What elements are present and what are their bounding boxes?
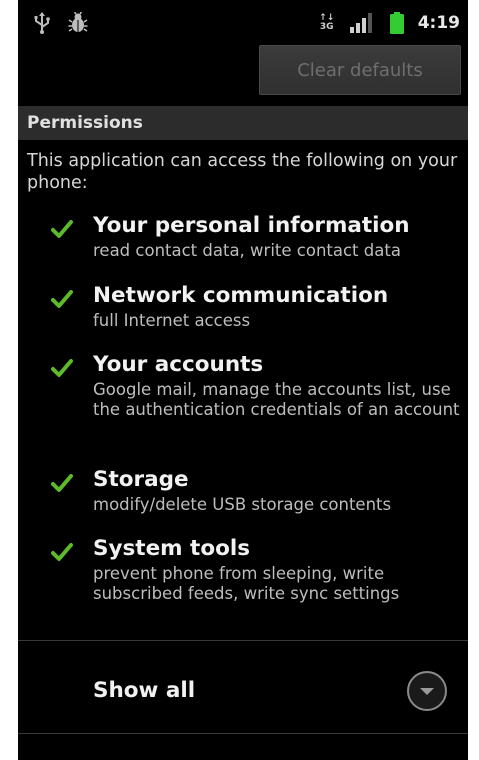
check-icon (51, 220, 73, 238)
permission-description: read contact data, write contact data (93, 241, 401, 260)
permission-title: Your personal information (93, 213, 410, 238)
permission-title: System tools (93, 536, 251, 561)
phone-screen: ↑↓ 3G 4:19 Clear defaults Permissions Th… (18, 0, 468, 760)
permission-description: modify/delete USB storage contents (93, 495, 392, 514)
permission-description: full Internet access (93, 311, 251, 330)
clear-defaults-button[interactable]: Clear defaults (259, 45, 461, 95)
check-icon (51, 359, 73, 377)
clock: 4:19 (417, 13, 460, 33)
permission-title: Network communication (93, 283, 389, 308)
permissions-header: Permissions (18, 106, 468, 140)
permissions-intro: This application can access the followin… (27, 151, 458, 193)
divider (18, 733, 468, 734)
permission-title: Your accounts (93, 352, 264, 377)
battery-icon (389, 12, 404, 34)
permission-description: Google mail, manage the accounts list, u… (93, 380, 460, 419)
status-bar-left (32, 10, 88, 36)
check-icon (51, 543, 73, 561)
data-network-type: 3G (319, 22, 334, 32)
data-3g-icon: ↑↓ 3G (318, 14, 336, 32)
check-icon (51, 474, 73, 492)
debug-icon (68, 12, 88, 32)
permission-title: Storage (93, 467, 189, 492)
signal-icon (349, 13, 372, 33)
status-bar-right: ↑↓ 3G 4:19 (318, 10, 460, 36)
chevron-down-icon[interactable] (406, 670, 448, 712)
check-icon (51, 290, 73, 308)
usb-icon (34, 12, 50, 34)
divider (18, 640, 468, 641)
permission-description: prevent phone from sleeping, write subsc… (93, 564, 400, 603)
show-all-button[interactable]: Show all (93, 676, 195, 706)
status-bar: ↑↓ 3G 4:19 (18, 0, 468, 46)
